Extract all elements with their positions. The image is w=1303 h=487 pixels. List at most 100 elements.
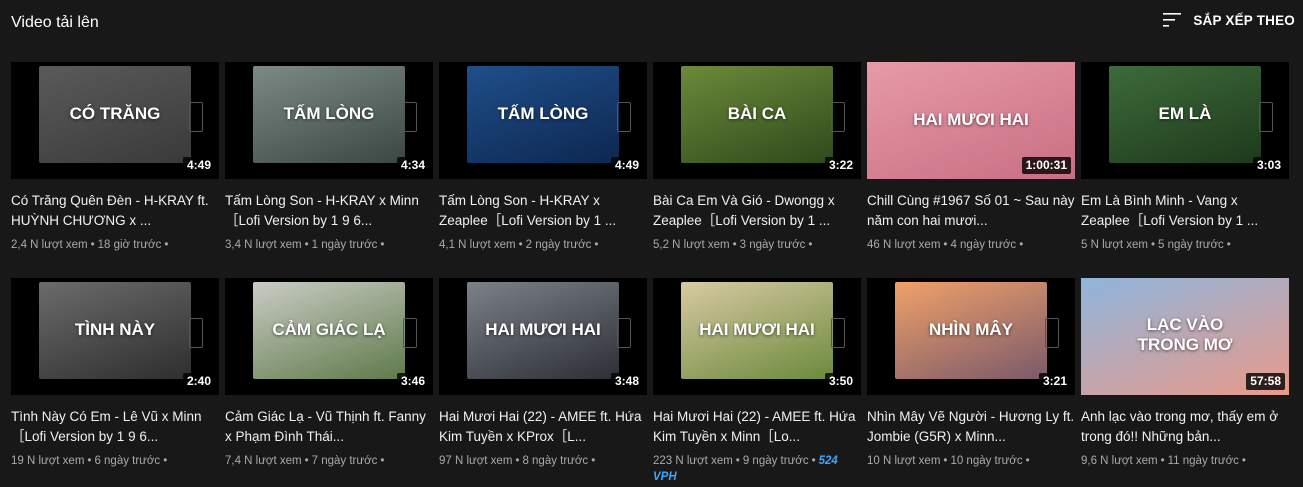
thumbnail-side-frame [189, 318, 203, 348]
separator-dot: • [304, 455, 309, 467]
thumbnail-text: CÓ TRĂNG [69, 103, 161, 123]
separator-dot: • [943, 239, 948, 251]
video-card[interactable]: TẤM LÒNG 4:49 Tấm Lòng Son - H-KRAY x Zeap… [439, 62, 647, 253]
video-title[interactable]: Anh lạc vào trong mơ, thấy em ở trong đó… [1081, 407, 1289, 447]
video-thumbnail[interactable]: CẢM GIÁC LẠ 3:46 [225, 278, 433, 395]
separator-dot: • [1025, 455, 1030, 467]
video-thumbnail[interactable]: HAI MƯƠI HAI 3:50 [653, 278, 861, 395]
separator-dot: • [1151, 239, 1156, 251]
separator-dot: • [518, 239, 523, 251]
video-card[interactable]: BÀI CA 3:22 Bài Ca Em Và Gió - Dwongg x Ze… [653, 62, 861, 253]
video-title[interactable]: Tình Này Có Em - Lê Vũ x Minn［Lofi Versi… [11, 407, 219, 447]
thumbnail-text: LẠC VÀO TRONG MƠ [1137, 314, 1233, 354]
separator-dot: • [380, 455, 385, 467]
view-count: 7,4 N lượt xem [225, 455, 302, 467]
video-meta: 46 N lượt xem • 4 ngày trước • [867, 237, 1075, 253]
video-title[interactable]: Tấm Lòng Son - H-KRAY x Zeaplee［Lofi Ver… [439, 191, 647, 231]
video-title[interactable]: Hai Mươi Hai (22) - AMEE ft. Hứa Kim Tuy… [439, 407, 647, 447]
section-title: Video tải lên [11, 14, 99, 31]
duration-badge: 3:46 [396, 373, 429, 390]
video-title[interactable]: Hai Mươi Hai (22) - AMEE ft. Hứa Kim Tuy… [653, 407, 861, 447]
separator-dot: • [591, 455, 596, 467]
view-count: 9,6 N lượt xem [1081, 455, 1158, 467]
separator-dot: • [808, 239, 813, 251]
video-meta: 7,4 N lượt xem • 7 ngày trước • [225, 453, 433, 469]
upload-time: 1 ngày trước [311, 239, 378, 251]
separator-dot: • [811, 455, 816, 467]
separator-dot: • [1226, 239, 1231, 251]
video-card[interactable]: CÓ TRĂNG 4:49 Có Trăng Quên Đèn - H-KRAY f… [11, 62, 219, 253]
video-card[interactable]: TẤM LÒNG 4:34 Tấm Lòng Son - H-KRAY x Minn… [225, 62, 433, 253]
video-thumbnail[interactable]: NHÌN MÂY 3:21 [867, 278, 1075, 395]
thumbnail-image: HAI MƯƠI HAI [681, 282, 833, 379]
video-thumbnail[interactable]: EM LÀ 3:03 [1081, 62, 1289, 179]
thumbnail-text: NHÌN MÂY [928, 319, 1014, 339]
view-count: 5 N lượt xem [1081, 239, 1149, 251]
video-card[interactable]: NHÌN MÂY 3:21 Nhìn Mây Vẽ Người - Hương Ly… [867, 278, 1075, 469]
view-count: 19 N lượt xem [11, 455, 85, 467]
separator-dot: • [380, 239, 385, 251]
video-title[interactable]: Chill Cùng #1967 Số 01 ~ Sau này năm con… [867, 191, 1075, 231]
video-thumbnail[interactable]: BÀI CA 3:22 [653, 62, 861, 179]
thumbnail-text: EM LÀ [1158, 103, 1212, 123]
video-meta: 10 N lượt xem • 10 ngày trước • [867, 453, 1075, 469]
thumbnail-side-frame [1045, 318, 1059, 348]
video-card[interactable]: HAI MƯƠI HAI 3:50 Hai Mươi Hai (22) - AMEE… [653, 278, 861, 485]
upload-time: 4 ngày trước [950, 239, 1017, 251]
video-title[interactable]: Bài Ca Em Và Gió - Dwongg x Zeaplee［Lofi… [653, 191, 861, 231]
thumbnail-side-frame [403, 102, 417, 132]
thumbnail-side-frame [617, 102, 631, 132]
upload-time: 8 ngày trước [522, 455, 589, 467]
thumbnail-image: EM LÀ [1109, 66, 1261, 163]
video-card[interactable]: LẠC VÀO TRONG MƠ 57:58 Anh lạc vào trong m… [1081, 278, 1289, 469]
duration-badge: 4:34 [396, 157, 429, 174]
view-count: 4,1 N lượt xem [439, 239, 516, 251]
video-title[interactable]: Có Trăng Quên Đèn - H-KRAY ft. HUỲNH CHƯ… [11, 191, 219, 231]
duration-badge: 4:49 [182, 157, 215, 174]
duration-badge: 1:00:31 [1021, 157, 1071, 174]
duration-badge: 4:49 [610, 157, 643, 174]
video-thumbnail[interactable]: TÌNH NÀY 2:40 [11, 278, 219, 395]
video-card[interactable]: HAI MƯƠI HAI 1:00:31 Chill Cùng #1967 Số 0… [867, 62, 1075, 253]
video-meta: 19 N lượt xem • 6 ngày trước • [11, 453, 219, 469]
video-meta: 3,4 N lượt xem • 1 ngày trước • [225, 237, 433, 253]
video-card[interactable]: HAI MƯƠI HAI 3:48 Hai Mươi Hai (22) - AMEE… [439, 278, 647, 469]
thumbnail-side-frame [403, 318, 417, 348]
video-card[interactable]: EM LÀ 3:03 Em Là Bình Minh - Vang x Zeaple… [1081, 62, 1289, 253]
upload-time: 3 ngày trước [739, 239, 806, 251]
video-thumbnail[interactable]: TẤM LÒNG 4:34 [225, 62, 433, 179]
thumbnail-text: HAI MƯƠI HAI [913, 109, 1029, 129]
separator-dot: • [515, 455, 520, 467]
video-thumbnail[interactable]: HAI MƯƠI HAI 3:48 [439, 278, 647, 395]
upload-time: 7 ngày trước [311, 455, 378, 467]
video-title[interactable]: Cảm Giác Lạ - Vũ Thịnh ft. Fanny x Phạm … [225, 407, 433, 447]
upload-time: 18 giờ trước [97, 239, 162, 251]
video-thumbnail[interactable]: LẠC VÀO TRONG MƠ 57:58 [1081, 278, 1289, 395]
thumbnail-text: CẢM GIÁC LẠ [272, 319, 386, 339]
thumbnail-image: CẢM GIÁC LẠ [253, 282, 405, 379]
video-card[interactable]: CẢM GIÁC LẠ 3:46 Cảm Giác Lạ - Vũ Thịnh ft… [225, 278, 433, 469]
view-count: 223 N lượt xem [653, 455, 733, 467]
upload-time: 2 ngày trước [525, 239, 592, 251]
separator-dot: • [943, 455, 948, 467]
video-thumbnail[interactable]: HAI MƯƠI HAI 1:00:31 [867, 62, 1075, 179]
upload-time: 6 ngày trước [94, 455, 161, 467]
separator-dot: • [87, 455, 92, 467]
video-meta: 97 N lượt xem • 8 ngày trước • [439, 453, 647, 469]
video-thumbnail[interactable]: CÓ TRĂNG 4:49 [11, 62, 219, 179]
video-card[interactable]: TÌNH NÀY 2:40 Tình Này Có Em - Lê Vũ x Min… [11, 278, 219, 469]
video-title[interactable]: Em Là Bình Minh - Vang x Zeaplee［Lofi Ve… [1081, 191, 1289, 231]
video-thumbnail[interactable]: TẤM LÒNG 4:49 [439, 62, 647, 179]
separator-dot: • [594, 239, 599, 251]
sort-button[interactable]: SẮP XẾP THEO [1163, 12, 1295, 28]
separator-dot: • [1241, 455, 1246, 467]
separator-dot: • [735, 455, 740, 467]
video-title[interactable]: Nhìn Mây Vẽ Người - Hương Ly ft. Jombie … [867, 407, 1075, 447]
thumbnail-text: TẤM LÒNG [283, 103, 375, 123]
upload-time: 10 ngày trước [950, 455, 1023, 467]
thumbnail-side-frame [189, 102, 203, 132]
separator-dot: • [90, 239, 95, 251]
thumbnail-side-frame [831, 102, 845, 132]
video-title[interactable]: Tấm Lòng Son - H-KRAY x Minn［Lofi Versio… [225, 191, 433, 231]
thumbnail-image: CÓ TRĂNG [39, 66, 191, 163]
